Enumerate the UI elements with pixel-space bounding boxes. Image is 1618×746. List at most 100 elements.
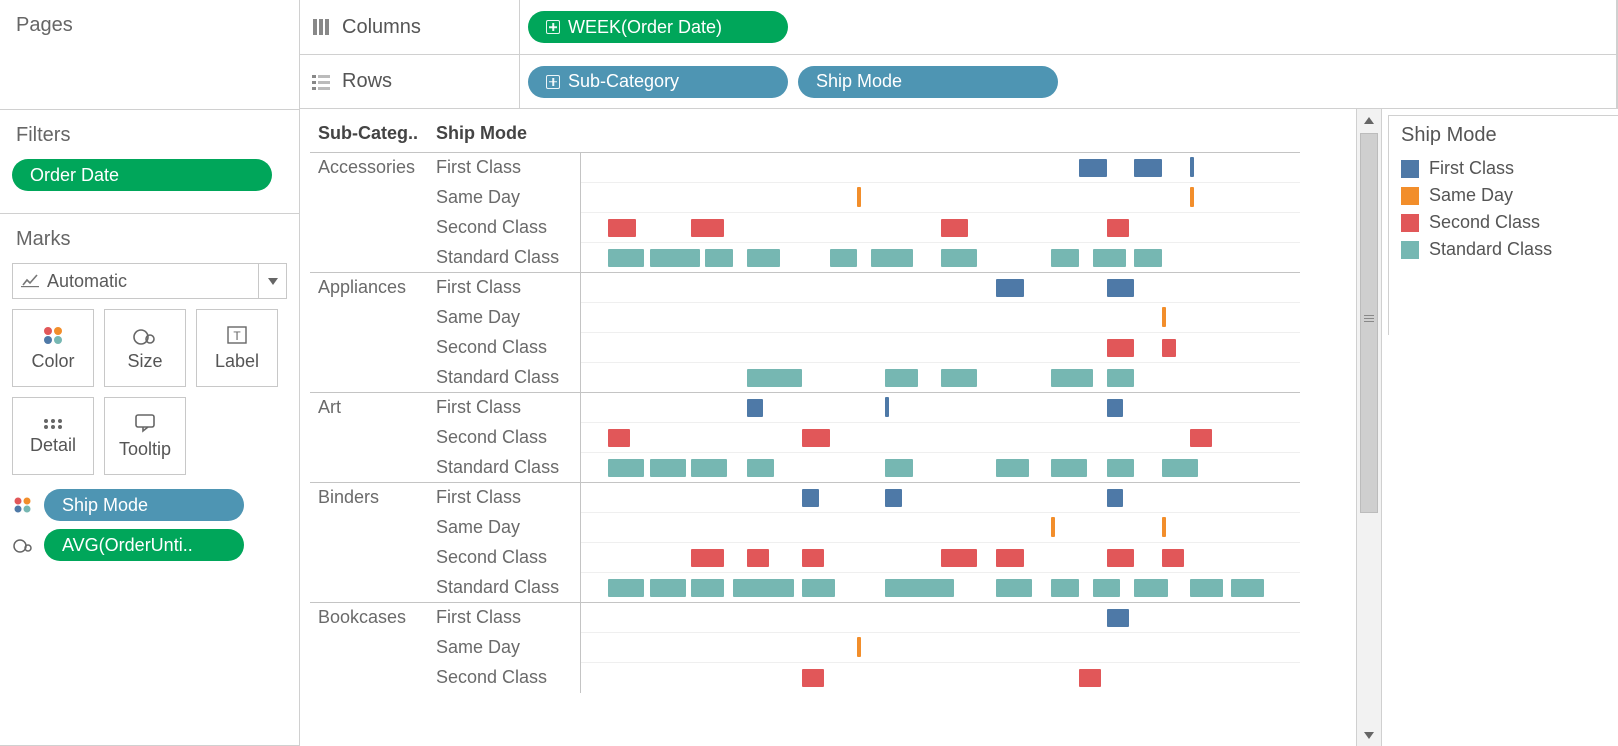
- chart-mark[interactable]: [941, 549, 977, 567]
- chart-row[interactable]: [580, 453, 1300, 483]
- row-header-shipmode[interactable]: First Class: [430, 393, 580, 423]
- chart-row[interactable]: [580, 363, 1300, 393]
- row-header-shipmode[interactable]: Same Day: [430, 633, 580, 663]
- chart-mark[interactable]: [1079, 159, 1107, 177]
- columns-shelf[interactable]: Columns WEEK(Order Date): [300, 0, 1618, 54]
- chart-mark[interactable]: [830, 249, 858, 267]
- chart-mark[interactable]: [996, 549, 1024, 567]
- row-header-subcat[interactable]: [310, 633, 430, 663]
- chart-row[interactable]: [580, 153, 1300, 183]
- chart-mark[interactable]: [691, 219, 724, 237]
- chart-mark[interactable]: [608, 459, 644, 477]
- row-header-shipmode[interactable]: Same Day: [430, 303, 580, 333]
- header-ship-mode[interactable]: Ship Mode: [430, 119, 580, 153]
- chart-row[interactable]: [580, 243, 1300, 273]
- chart-mark[interactable]: [871, 249, 913, 267]
- chart-mark[interactable]: [1134, 159, 1162, 177]
- row-header-shipmode[interactable]: First Class: [430, 603, 580, 633]
- color-legend[interactable]: Ship Mode First ClassSame DaySecond Clas…: [1388, 115, 1618, 335]
- chart-mark[interactable]: [691, 549, 724, 567]
- chart-mark[interactable]: [802, 579, 835, 597]
- legend-item[interactable]: Second Class: [1401, 209, 1606, 236]
- row-header-shipmode[interactable]: Second Class: [430, 213, 580, 243]
- chart-row[interactable]: [580, 603, 1300, 633]
- legend-item[interactable]: First Class: [1401, 155, 1606, 182]
- chart-row[interactable]: [580, 633, 1300, 663]
- chart-mark[interactable]: [1134, 249, 1162, 267]
- chart-mark[interactable]: [1107, 459, 1135, 477]
- mark-type-dropdown-button[interactable]: [258, 264, 286, 298]
- chart-mark[interactable]: [747, 399, 764, 417]
- chart-mark[interactable]: [1162, 339, 1176, 357]
- chart-row[interactable]: [580, 483, 1300, 513]
- row-header-shipmode[interactable]: Second Class: [430, 663, 580, 693]
- row-header-subcat[interactable]: [310, 243, 430, 273]
- chart-row[interactable]: [580, 333, 1300, 363]
- encoding-pill-ship-mode[interactable]: Ship Mode: [44, 489, 244, 521]
- chart-mark[interactable]: [747, 459, 775, 477]
- chart-row[interactable]: [580, 393, 1300, 423]
- chart-mark[interactable]: [650, 459, 686, 477]
- chart-mark[interactable]: [691, 579, 724, 597]
- chart-mark[interactable]: [1079, 669, 1101, 687]
- chart-mark[interactable]: [1162, 549, 1184, 567]
- row-header-shipmode[interactable]: First Class: [430, 483, 580, 513]
- row-pill-ship-mode[interactable]: Ship Mode: [798, 66, 1058, 98]
- chart-mark[interactable]: [747, 369, 802, 387]
- chart-mark[interactable]: [608, 579, 644, 597]
- chart-mark[interactable]: [1051, 579, 1079, 597]
- chart-mark[interactable]: [1134, 579, 1167, 597]
- chart-mark[interactable]: [802, 429, 830, 447]
- column-pill-week-order-date[interactable]: WEEK(Order Date): [528, 11, 788, 43]
- chart-mark[interactable]: [1051, 369, 1093, 387]
- chart-mark[interactable]: [733, 579, 794, 597]
- filter-pill-order-date[interactable]: Order Date: [12, 159, 272, 191]
- scroll-up-button[interactable]: [1357, 109, 1381, 131]
- chart-row[interactable]: [580, 423, 1300, 453]
- row-header-shipmode[interactable]: Same Day: [430, 183, 580, 213]
- chart-mark[interactable]: [802, 669, 824, 687]
- marks-color-button[interactable]: Color: [12, 309, 94, 387]
- chart-mark[interactable]: [802, 489, 819, 507]
- chart-mark[interactable]: [608, 219, 636, 237]
- chart-mark[interactable]: [1107, 399, 1124, 417]
- row-header-subcat[interactable]: [310, 423, 430, 453]
- chart-mark[interactable]: [941, 219, 969, 237]
- chart-mark[interactable]: [1051, 517, 1055, 537]
- row-header-shipmode[interactable]: First Class: [430, 273, 580, 303]
- chart-mark[interactable]: [885, 459, 913, 477]
- chart-mark[interactable]: [996, 279, 1024, 297]
- chart-mark[interactable]: [1107, 279, 1135, 297]
- row-header-subcat[interactable]: [310, 183, 430, 213]
- row-header-shipmode[interactable]: Second Class: [430, 423, 580, 453]
- visualization-area[interactable]: Sub-Categ.. Ship Mode AccessoriesFirst C…: [300, 109, 1356, 746]
- chart-row[interactable]: [580, 573, 1300, 603]
- row-header-shipmode[interactable]: Standard Class: [430, 363, 580, 393]
- mark-type-select[interactable]: Automatic: [12, 263, 287, 299]
- row-header-subcat[interactable]: Binders: [310, 483, 430, 513]
- row-header-shipmode[interactable]: Standard Class: [430, 453, 580, 483]
- legend-item[interactable]: Same Day: [1401, 182, 1606, 209]
- chart-mark[interactable]: [608, 429, 630, 447]
- row-header-shipmode[interactable]: Same Day: [430, 513, 580, 543]
- marks-label-button[interactable]: T Label: [196, 309, 278, 387]
- chart-mark[interactable]: [1107, 549, 1135, 567]
- row-header-subcat[interactable]: [310, 213, 430, 243]
- chart-mark[interactable]: [885, 489, 902, 507]
- chart-mark[interactable]: [1190, 579, 1223, 597]
- chart-mark[interactable]: [857, 187, 861, 207]
- row-header-shipmode[interactable]: First Class: [430, 153, 580, 183]
- row-header-subcat[interactable]: [310, 573, 430, 603]
- rows-shelf[interactable]: Rows Sub-Category Ship Mode: [300, 54, 1618, 108]
- row-header-subcat[interactable]: [310, 453, 430, 483]
- chart-mark[interactable]: [747, 249, 780, 267]
- chart-mark[interactable]: [1231, 579, 1264, 597]
- row-pill-sub-category[interactable]: Sub-Category: [528, 66, 788, 98]
- chart-mark[interactable]: [857, 637, 861, 657]
- row-header-subcat[interactable]: [310, 303, 430, 333]
- chart-mark[interactable]: [1162, 517, 1166, 537]
- chart-row[interactable]: [580, 183, 1300, 213]
- marks-size-button[interactable]: Size: [104, 309, 186, 387]
- chart-mark[interactable]: [802, 549, 824, 567]
- chart-mark[interactable]: [1107, 489, 1124, 507]
